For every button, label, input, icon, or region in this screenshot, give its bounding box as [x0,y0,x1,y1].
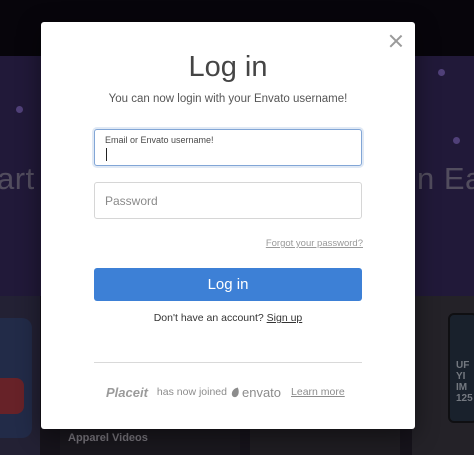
login-modal: Log in You can now login with your Envat… [41,22,415,429]
modal-title: Log in [188,51,268,83]
joined-text: has now joined [156,386,227,398]
password-input[interactable] [105,194,350,208]
no-account-text: Don't have an account? [153,312,264,324]
envato-leaf-icon [231,387,239,397]
close-icon[interactable] [389,34,403,48]
login-button[interactable]: Log in [94,268,362,301]
signup-link[interactable]: Sign up [267,312,303,324]
forgot-password-link[interactable]: Forgot your password? [266,238,363,249]
modal-subtitle: You can now login with your Envato usern… [108,93,348,105]
password-field[interactable] [94,182,362,219]
signup-prompt: Don't have an account? Sign up [41,312,415,324]
placeit-logo: Placeit [106,384,148,400]
learn-more-link[interactable]: Learn more [291,386,345,398]
envato-logo: envato [241,384,282,400]
merger-footer: Placeit has now joined envato Learn more [106,384,345,400]
divider [94,362,362,363]
email-input[interactable] [105,144,350,158]
email-field[interactable]: Email or Envato username! [94,129,362,166]
